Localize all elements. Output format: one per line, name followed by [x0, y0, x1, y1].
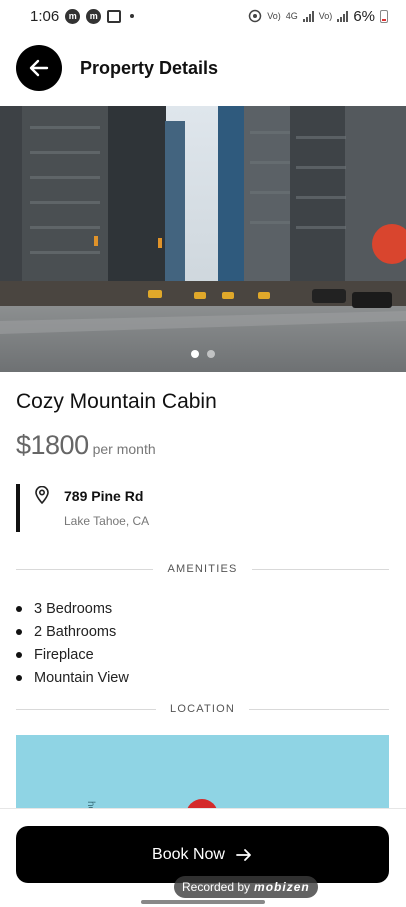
location-pin-icon [35, 486, 49, 504]
amenity-item: 3 Bedrooms [16, 597, 129, 620]
volte-label-2: Vo) [318, 11, 333, 21]
amenity-item: Mountain View [16, 666, 129, 689]
more-notifications-dot-icon [130, 14, 135, 18]
bullet-icon [16, 605, 22, 612]
battery-icon [380, 9, 388, 23]
address-city: Lake Tahoe, CA [64, 514, 150, 528]
bullet-icon [16, 651, 22, 658]
bullet-icon [16, 674, 22, 681]
amenities-heading: AMENITIES [167, 563, 238, 575]
amenity-label: Fireplace [34, 646, 94, 663]
home-indicator[interactable] [141, 900, 265, 904]
book-now-label: Book Now [152, 845, 225, 863]
app-header: Property Details [0, 44, 406, 92]
amenities-divider: AMENITIES [16, 562, 389, 576]
divider-line [251, 568, 389, 570]
price-row: $1800 per month [16, 430, 156, 461]
signal-icon-2 [337, 10, 349, 22]
carousel-indicators [0, 350, 406, 358]
screen-recorder-watermark: Recorded by mobizen [174, 876, 318, 898]
hotspot-icon [249, 9, 262, 23]
amenity-label: 3 Bedrooms [34, 600, 113, 617]
notification-app-icon-2: m [86, 8, 102, 24]
recorded-by-label: Recorded by [182, 880, 251, 894]
bullet-icon [16, 628, 22, 635]
amenities-list: 3 Bedrooms 2 Bathrooms Fireplace Mountai… [16, 597, 129, 689]
address-street: 789 Pine Rd [64, 488, 144, 504]
notification-app-icon: m [65, 8, 81, 24]
page-title: Property Details [80, 57, 219, 78]
city-street-photo [0, 106, 406, 372]
volte-label: Vo) [267, 11, 281, 21]
amenity-item: 2 Bathrooms [16, 620, 129, 643]
price-period: per month [92, 441, 156, 457]
status-bar: 1:06 m m Vo) 4G Vo) 6% [0, 0, 406, 32]
status-left: 1:06 m m [30, 7, 135, 25]
location-divider: LOCATION [16, 702, 390, 716]
carousel-dot-2[interactable] [207, 350, 215, 358]
location-heading: LOCATION [170, 703, 236, 715]
battery-percent: 6% [353, 7, 375, 25]
divider-line [16, 708, 156, 710]
amenity-item: Fireplace [16, 643, 129, 666]
property-title: Cozy Mountain Cabin [16, 390, 217, 413]
arrow-left-icon [29, 59, 49, 77]
status-right: Vo) 4G Vo) 6% [248, 8, 388, 25]
price-value: $1800 [16, 430, 89, 460]
amenity-label: Mountain View [34, 669, 129, 686]
address-block: 789 Pine Rd Lake Tahoe, CA [16, 484, 386, 532]
book-now-button[interactable]: Book Now [16, 826, 389, 883]
status-time: 1:06 [30, 7, 60, 25]
carousel-dot-1[interactable] [191, 350, 199, 358]
property-image-carousel[interactable] [0, 106, 406, 372]
amenity-label: 2 Bathrooms [34, 623, 117, 640]
gallery-notification-icon [107, 9, 122, 23]
network-type-label: 4G [285, 11, 298, 21]
divider-line [249, 708, 390, 710]
recorder-brand-logo: mobizen [254, 880, 310, 894]
back-button[interactable] [16, 45, 62, 91]
signal-icon [302, 10, 314, 22]
divider-line [16, 568, 154, 570]
arrow-right-icon [236, 848, 251, 861]
